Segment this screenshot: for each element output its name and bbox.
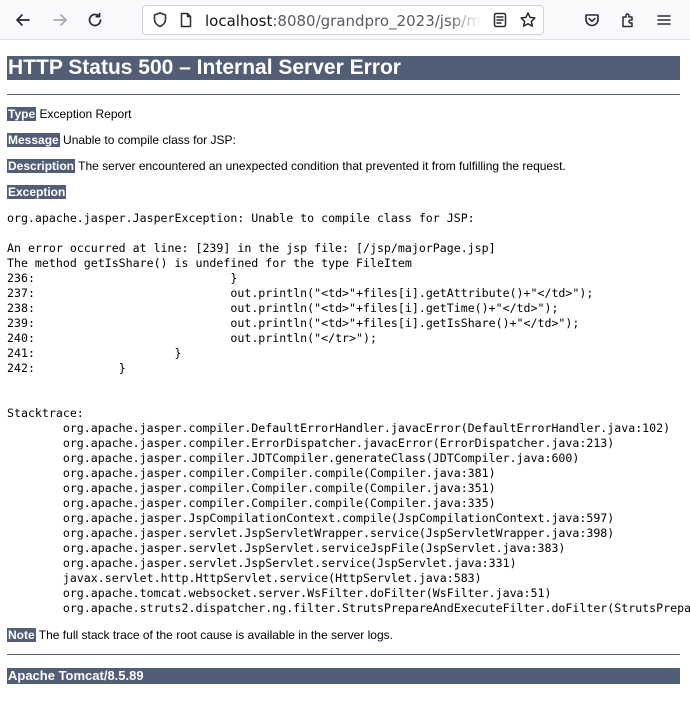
star-icon[interactable]: [519, 11, 539, 31]
pocket-icon: [585, 14, 599, 27]
note-value: The full stack trace of the root cause i…: [38, 628, 393, 642]
forward-button[interactable]: [46, 6, 74, 34]
exception-label: Exception: [7, 185, 67, 199]
app-menu-button[interactable]: [650, 6, 678, 34]
arrow-right-icon: [53, 14, 67, 26]
message-value: Unable to compile class for JSP:: [63, 133, 236, 147]
reader-mode-icon[interactable]: [491, 11, 511, 31]
puzzle-icon: [622, 13, 633, 28]
arrow-left-icon: [16, 14, 30, 26]
url-bar[interactable]: localhost:8080/grandpro_2023/jsp/majorPa…: [142, 5, 544, 35]
description-label: Description: [7, 159, 76, 173]
page-icon[interactable]: [177, 11, 197, 31]
pocket-button[interactable]: [578, 6, 606, 34]
message-row: Message Unable to compile class for JSP:: [7, 133, 236, 147]
extensions-button[interactable]: [614, 6, 642, 34]
type-row: Type Exception Report: [7, 107, 132, 121]
url-text[interactable]: localhost:8080/grandpro_2023/jsp/majorPa…: [205, 11, 481, 31]
reload-icon: [88, 12, 102, 27]
exception-row: Exception: [7, 185, 67, 199]
exception-trace: org.apache.jasper.JasperException: Unabl…: [7, 211, 690, 615]
back-button[interactable]: [9, 6, 37, 34]
page-title: HTTP Status 500 – Internal Server Error: [7, 56, 680, 80]
note-label: Note: [7, 628, 36, 642]
shield-icon[interactable]: [151, 11, 171, 31]
divider: [7, 94, 680, 95]
type-value: Exception Report: [39, 107, 132, 121]
divider-bottom: [7, 654, 680, 655]
hamburger-menu-icon: [657, 15, 671, 25]
reload-button[interactable]: [81, 6, 109, 34]
type-label: Type: [7, 107, 37, 121]
description-value: The server encountered an unexpected con…: [78, 159, 566, 173]
browser-toolbar: localhost:8080/grandpro_2023/jsp/majorPa…: [0, 0, 690, 40]
description-row: Description The server encountered an un…: [7, 159, 566, 173]
message-label: Message: [7, 133, 60, 147]
note-row: Note The full stack trace of the root ca…: [7, 628, 393, 642]
server-footer: Apache Tomcat/8.5.89: [7, 668, 680, 684]
error-page: HTTP Status 500 – Internal Server Error …: [0, 41, 690, 702]
